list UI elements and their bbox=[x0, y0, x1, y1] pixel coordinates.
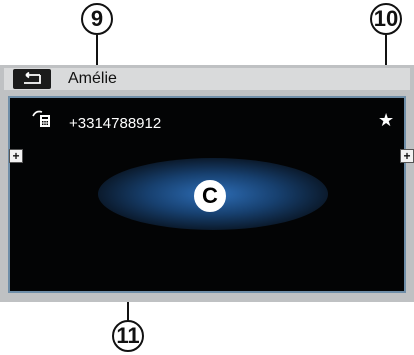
contact-screen: C +3314788912 ★ bbox=[8, 96, 406, 293]
callout-title: 9 bbox=[81, 3, 113, 35]
back-arrow-icon bbox=[24, 72, 41, 84]
marker-c: C bbox=[194, 180, 226, 212]
contact-phone-number[interactable]: +3314788912 bbox=[69, 115, 161, 132]
callout-phone-number: 11 bbox=[112, 320, 144, 352]
callout-favorite: 10 bbox=[370, 3, 402, 35]
title-bar: Amélie bbox=[4, 68, 410, 90]
mobile-phone-icon bbox=[32, 110, 50, 127]
callout-phone-number-label: 11 bbox=[116, 323, 140, 348]
device-frame: Amélie C +3314788912 ★ + + bbox=[0, 65, 414, 302]
callout-title-label: 9 bbox=[90, 6, 104, 31]
scroll-right-button[interactable]: + bbox=[400, 149, 414, 163]
back-button[interactable] bbox=[13, 69, 51, 89]
marker-c-label: C bbox=[202, 183, 218, 208]
favorite-star-icon[interactable]: ★ bbox=[378, 110, 394, 131]
page-title: Amélie bbox=[68, 70, 117, 87]
callout-favorite-label: 10 bbox=[373, 6, 399, 31]
scroll-left-button[interactable]: + bbox=[9, 149, 23, 163]
